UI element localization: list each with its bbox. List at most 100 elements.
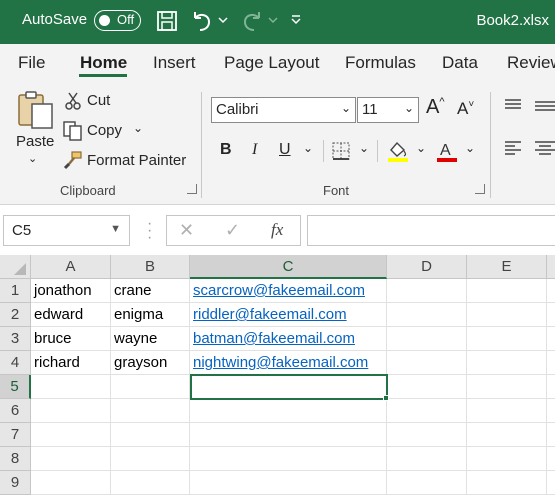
save-icon[interactable] — [156, 9, 178, 33]
cell-b3[interactable]: wayne — [111, 327, 190, 351]
fill-color-icon[interactable] — [386, 139, 410, 163]
cell-a9[interactable] — [31, 471, 111, 495]
align-center-icon[interactable] — [533, 140, 555, 158]
cell-c6[interactable] — [190, 399, 387, 423]
column-header-c[interactable]: C — [190, 255, 387, 279]
cell-d7[interactable] — [387, 423, 467, 447]
formula-input[interactable] — [307, 215, 555, 246]
tab-home[interactable]: Home — [80, 53, 127, 73]
cell-a8[interactable] — [31, 447, 111, 471]
cell-a7[interactable] — [31, 423, 111, 447]
cell-f4[interactable] — [547, 351, 555, 375]
cell-a6[interactable] — [31, 399, 111, 423]
increase-font-size-icon[interactable]: A^ — [426, 96, 445, 119]
format-painter-icon[interactable] — [63, 150, 83, 170]
customize-qat-icon[interactable] — [290, 14, 302, 26]
enter-icon[interactable]: ✓ — [225, 220, 240, 241]
cell-f1[interactable] — [547, 279, 555, 303]
autosave-toggle[interactable]: Off — [94, 10, 141, 31]
underline-button[interactable]: U — [279, 141, 291, 159]
cell-f2[interactable] — [547, 303, 555, 327]
cell-b8[interactable] — [111, 447, 190, 471]
cell-b7[interactable] — [111, 423, 190, 447]
column-header-a[interactable]: A — [31, 255, 111, 279]
select-all-button[interactable] — [0, 255, 31, 279]
row-header-1[interactable]: 1 — [0, 279, 31, 303]
row-header-2[interactable]: 2 — [0, 303, 31, 327]
italic-button[interactable]: I — [252, 141, 257, 159]
cell-e2[interactable] — [467, 303, 547, 327]
cancel-icon[interactable]: ✕ — [179, 220, 194, 241]
cell-e3[interactable] — [467, 327, 547, 351]
font-name-select[interactable]: Calibri ⌄ — [211, 97, 356, 123]
row-header-5[interactable]: 5 — [0, 375, 31, 399]
cell-d2[interactable] — [387, 303, 467, 327]
cell-e6[interactable] — [467, 399, 547, 423]
cell-c4[interactable]: nightwing@fakeemail.com — [190, 351, 387, 375]
tab-page-layout[interactable]: Page Layout — [224, 53, 319, 73]
align-top-icon[interactable] — [503, 98, 523, 114]
font-color-dropdown-icon[interactable]: ⌄ — [465, 141, 475, 155]
cell-b6[interactable] — [111, 399, 190, 423]
cell-f3[interactable] — [547, 327, 555, 351]
font-size-select[interactable]: 11 ⌄ — [357, 97, 419, 123]
cell-a4[interactable]: richard — [31, 351, 111, 375]
tab-data[interactable]: Data — [442, 53, 478, 73]
column-header-d[interactable]: D — [387, 255, 467, 279]
cell-d8[interactable] — [387, 447, 467, 471]
cell-e9[interactable] — [467, 471, 547, 495]
clipboard-launcher-icon[interactable] — [187, 184, 197, 194]
cell-d4[interactable] — [387, 351, 467, 375]
undo-icon[interactable] — [190, 9, 214, 33]
cell-c8[interactable] — [190, 447, 387, 471]
align-left-icon[interactable] — [503, 140, 523, 158]
cell-f5[interactable] — [547, 375, 555, 399]
cell-c2[interactable]: riddler@fakeemail.com — [190, 303, 387, 327]
format-painter-button[interactable]: Format Painter — [87, 152, 186, 169]
font-color-icon[interactable]: A — [435, 139, 459, 163]
cell-d6[interactable] — [387, 399, 467, 423]
column-header-b[interactable]: B — [111, 255, 190, 279]
tab-formulas[interactable]: Formulas — [345, 53, 416, 73]
fill-handle[interactable] — [383, 395, 389, 401]
font-launcher-icon[interactable] — [475, 184, 485, 194]
paste-icon[interactable] — [15, 90, 55, 130]
cell-e1[interactable] — [467, 279, 547, 303]
cut-icon[interactable] — [64, 91, 82, 111]
row-header-7[interactable]: 7 — [0, 423, 31, 447]
cell-d3[interactable] — [387, 327, 467, 351]
fill-color-dropdown-icon[interactable]: ⌄ — [416, 141, 426, 155]
paste-dropdown-icon[interactable]: ⌄ — [28, 152, 37, 165]
cell-d9[interactable] — [387, 471, 467, 495]
cell-f8[interactable] — [547, 447, 555, 471]
cell-e4[interactable] — [467, 351, 547, 375]
decrease-font-size-icon[interactable]: A˅ — [457, 99, 474, 119]
cell-b5[interactable] — [111, 375, 190, 399]
cut-button[interactable]: Cut — [87, 92, 110, 109]
copy-dropdown-icon[interactable]: ⌄ — [133, 121, 143, 135]
borders-dropdown-icon[interactable]: ⌄ — [359, 141, 369, 155]
copy-button[interactable]: Copy — [87, 122, 122, 139]
cell-c3[interactable]: batman@fakeemail.com — [190, 327, 387, 351]
tab-file[interactable]: File — [18, 53, 45, 73]
cell-a2[interactable]: edward — [31, 303, 111, 327]
cell-b4[interactable]: grayson — [111, 351, 190, 375]
cell-f9[interactable] — [547, 471, 555, 495]
underline-dropdown-icon[interactable]: ⌄ — [303, 141, 313, 155]
cell-b9[interactable] — [111, 471, 190, 495]
cell-c9[interactable] — [190, 471, 387, 495]
cell-b1[interactable]: crane — [111, 279, 190, 303]
row-header-4[interactable]: 4 — [0, 351, 31, 375]
cell-e7[interactable] — [467, 423, 547, 447]
tab-insert[interactable]: Insert — [153, 53, 196, 73]
cell-c7[interactable] — [190, 423, 387, 447]
row-header-3[interactable]: 3 — [0, 327, 31, 351]
tab-review[interactable]: Review — [507, 53, 555, 73]
row-header-9[interactable]: 9 — [0, 471, 31, 495]
row-header-8[interactable]: 8 — [0, 447, 31, 471]
cell-e8[interactable] — [467, 447, 547, 471]
align-middle-icon[interactable] — [533, 98, 555, 114]
redo-dropdown-icon[interactable] — [268, 16, 278, 24]
drag-handle-icon[interactable]: · · · — [147, 216, 152, 246]
cell-d5[interactable] — [387, 375, 467, 399]
